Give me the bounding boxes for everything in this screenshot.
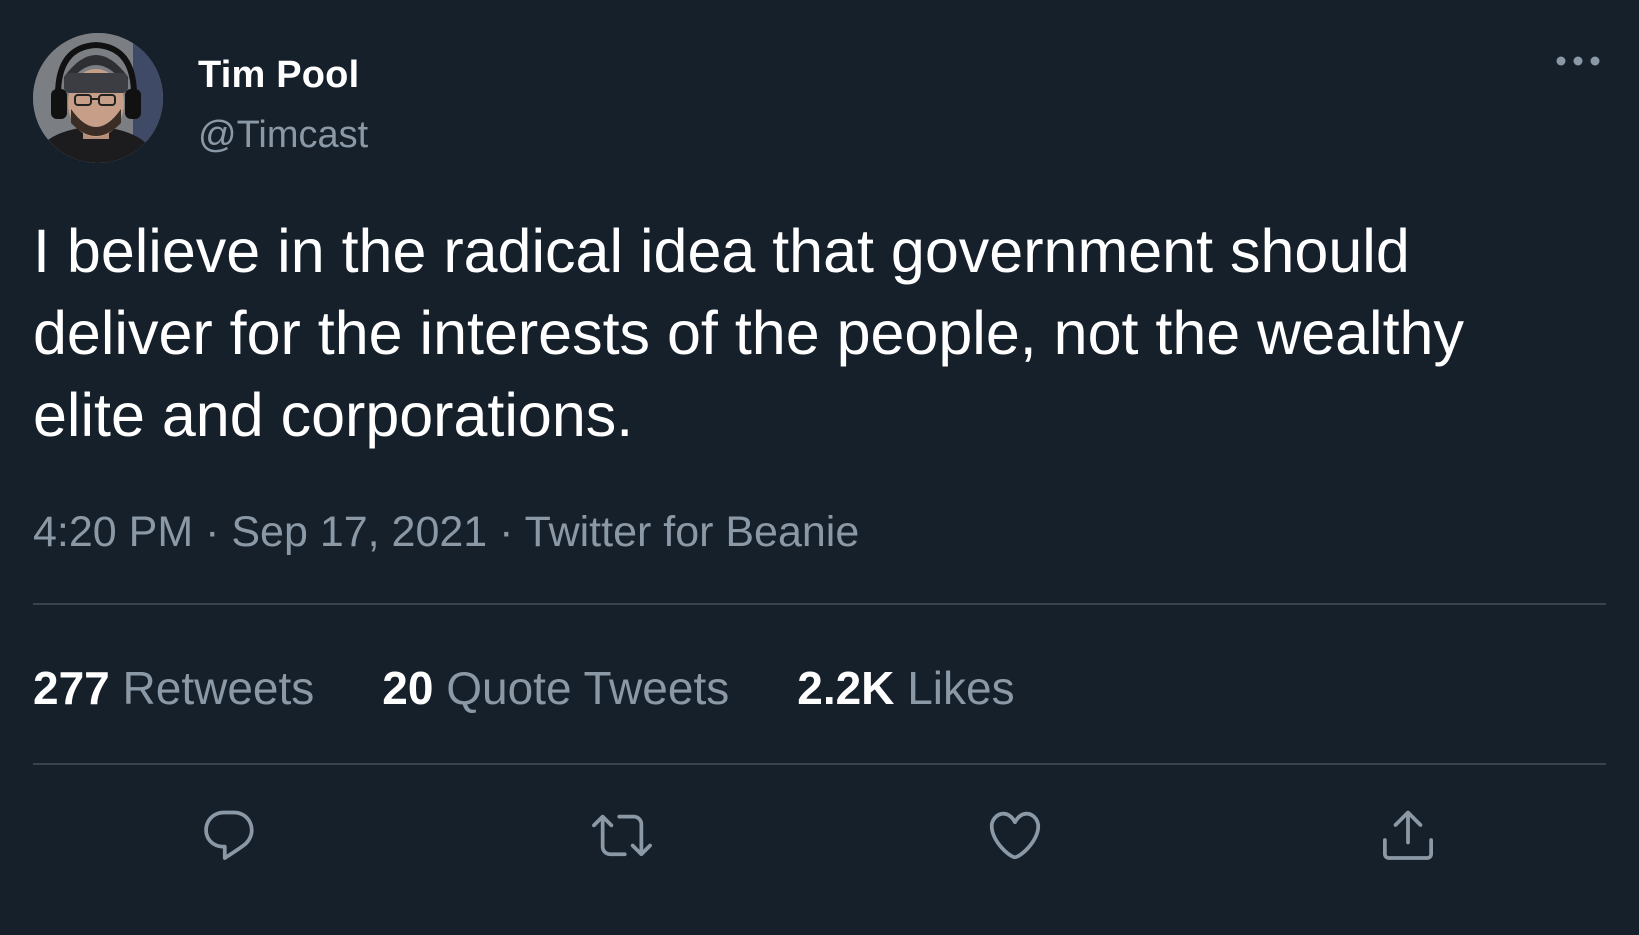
author-avatar[interactable] <box>33 33 163 163</box>
quote-tweets-count: 20 <box>382 662 434 714</box>
retweets-count: 277 <box>33 662 110 714</box>
likes-label: Likes <box>907 662 1015 714</box>
reply-button[interactable] <box>194 800 264 870</box>
meta-separator: · <box>205 508 220 556</box>
retweet-icon <box>592 814 652 857</box>
author-handle[interactable]: @Timcast <box>198 114 368 157</box>
retweets-label: Retweets <box>122 662 315 714</box>
more-options-icon <box>1556 56 1600 66</box>
more-options-button[interactable] <box>1548 44 1608 78</box>
tweet-card: Tim Pool @Timcast I believe in the radic… <box>0 0 1639 935</box>
quote-tweets-label: Quote Tweets <box>446 662 730 714</box>
author-name[interactable]: Tim Pool <box>198 54 359 97</box>
retweets-stat[interactable]: 277 Retweets <box>33 661 314 715</box>
like-icon <box>989 811 1041 860</box>
retweet-button[interactable] <box>587 800 657 870</box>
likes-count: 2.2K <box>797 662 895 714</box>
engagement-stats: 277 Retweets 20 Quote Tweets 2.2K Likes <box>33 660 1083 716</box>
avatar-photo-icon <box>33 33 163 163</box>
reply-icon <box>204 810 254 860</box>
share-button[interactable] <box>1373 800 1443 870</box>
tweet-date[interactable]: Sep 17, 2021 <box>231 508 487 556</box>
likes-stat[interactable]: 2.2K Likes <box>797 661 1014 715</box>
divider <box>33 763 1606 765</box>
share-icon <box>1383 810 1433 860</box>
tweet-metadata: 4:20 PM · Sep 17, 2021 · Twitter for Bea… <box>33 508 859 557</box>
tweet-source[interactable]: Twitter for Beanie <box>525 508 860 556</box>
meta-separator: · <box>499 508 514 556</box>
like-button[interactable] <box>980 800 1050 870</box>
quote-tweets-stat[interactable]: 20 Quote Tweets <box>382 661 729 715</box>
tweet-time[interactable]: 4:20 PM <box>33 508 193 556</box>
divider <box>33 603 1606 605</box>
tweet-text: I believe in the radical idea that gover… <box>33 217 1464 449</box>
